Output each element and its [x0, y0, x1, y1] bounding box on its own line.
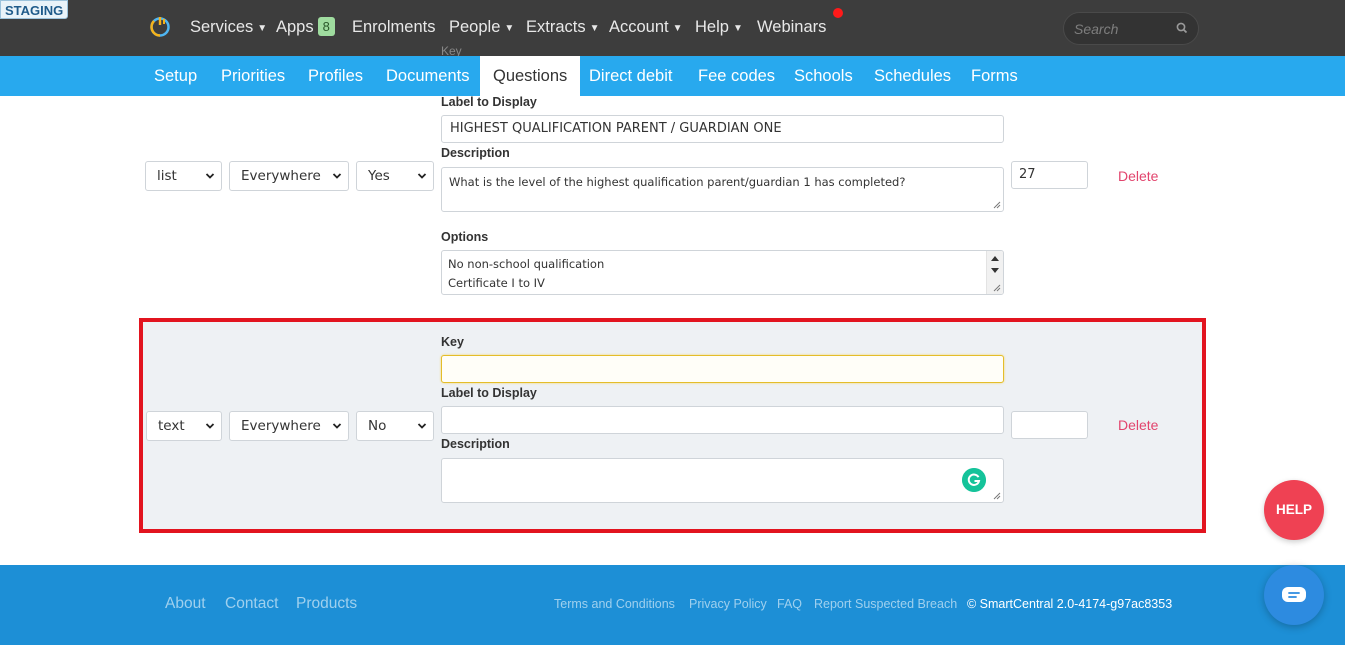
nav-enrolments[interactable]: Enrolments: [352, 16, 435, 38]
tab-setup[interactable]: Setup: [154, 56, 197, 96]
nav-account[interactable]: Account ▼: [609, 16, 683, 41]
description-heading: Description: [441, 146, 510, 160]
key-input[interactable]: [441, 355, 1004, 383]
search-box: [1063, 12, 1199, 45]
notification-dot-icon: [833, 8, 843, 18]
label-to-display-input[interactable]: [441, 406, 1004, 434]
chevron-down-icon: ▼: [732, 23, 743, 34]
nav-people-label: People: [449, 18, 501, 36]
nav-services-label: Services: [190, 18, 254, 36]
tab-documents[interactable]: Documents: [386, 56, 469, 96]
chevron-down-icon: [205, 173, 215, 179]
grammarly-icon[interactable]: [962, 468, 986, 492]
question-scope-select[interactable]: Everywhere: [229, 161, 349, 191]
tab-priorities[interactable]: Priorities: [221, 56, 285, 96]
description-heading: Description: [441, 437, 510, 451]
nav-extracts[interactable]: Extracts ▼: [526, 16, 600, 41]
nav-enrolments-label: Enrolments: [352, 18, 436, 36]
chevron-down-icon: ▼: [672, 23, 683, 34]
footer-faq-link[interactable]: FAQ: [777, 597, 802, 611]
question-type-value: text: [158, 418, 185, 434]
footer-copyright: © SmartCentral 2.0-4174-g97ac8353: [967, 597, 1173, 611]
option-item[interactable]: No non-school qualification: [442, 255, 1003, 274]
tab-schedules[interactable]: Schedules: [874, 56, 951, 96]
description-textarea[interactable]: What is the level of the highest qualifi…: [441, 167, 1004, 212]
nav-help-label: Help: [695, 18, 729, 36]
nav-webinars[interactable]: Webinars: [757, 16, 826, 38]
footer-products-link[interactable]: Products: [296, 595, 357, 613]
tab-profiles[interactable]: Profiles: [308, 56, 363, 96]
chevron-down-icon: [417, 423, 427, 429]
chevron-down-icon: [332, 423, 342, 429]
question-required-value: No: [368, 418, 387, 434]
label-to-display-heading: Label to Display: [441, 386, 537, 400]
delete-question-link[interactable]: Delete: [1118, 417, 1158, 433]
question-order-input[interactable]: [1011, 411, 1088, 439]
label-to-display-input[interactable]: HIGHEST QUALIFICATION PARENT / GUARDIAN …: [441, 115, 1004, 143]
tab-forms[interactable]: Forms: [971, 56, 1018, 96]
nav-apps-label: Apps: [276, 18, 314, 36]
question-required-select[interactable]: No: [356, 411, 434, 441]
footer-about-link[interactable]: About: [165, 595, 206, 613]
nav-webinars-label: Webinars: [757, 18, 827, 36]
tab-fee-codes[interactable]: Fee codes: [698, 56, 775, 96]
chevron-down-icon: [205, 423, 215, 429]
footer-terms-link[interactable]: Terms and Conditions: [554, 597, 675, 611]
resize-handle-icon[interactable]: [993, 201, 1001, 209]
footer-privacy-link[interactable]: Privacy Policy: [689, 597, 767, 611]
environment-badge: STAGING: [0, 0, 69, 19]
question-scope-select[interactable]: Everywhere: [229, 411, 349, 441]
nav-account-label: Account: [609, 18, 669, 36]
footer: About Contact Products Terms and Conditi…: [0, 565, 1345, 645]
settings-subnav: Setup Priorities Profiles Documents Ques…: [0, 56, 1345, 96]
chevron-down-icon: [332, 173, 342, 179]
options-heading: Options: [441, 230, 489, 244]
question-scope-value: Everywhere: [241, 418, 321, 434]
description-text: What is the level of the highest qualifi…: [449, 175, 906, 189]
option-item[interactable]: Certificate I to IV: [442, 274, 1003, 293]
description-textarea[interactable]: [441, 458, 1004, 503]
smartcentral-logo-icon[interactable]: [149, 15, 171, 37]
question-required-select[interactable]: Yes: [356, 161, 434, 191]
question-type-value: list: [157, 168, 177, 184]
top-navbar: Services ▼ Apps 8 Enrolments People ▼ Extra…: [0, 0, 1345, 56]
question-type-select[interactable]: text: [146, 411, 222, 441]
nav-services[interactable]: Services ▼: [190, 16, 267, 41]
chat-icon: [1282, 587, 1306, 602]
scroll-down-icon[interactable]: [991, 268, 999, 274]
nav-extracts-label: Extracts: [526, 18, 586, 36]
options-listbox[interactable]: No non-school qualification Certificate …: [441, 250, 1004, 295]
question-order-input[interactable]: 27: [1011, 161, 1088, 189]
chevron-down-icon: [417, 173, 427, 179]
question-scope-value: Everywhere: [241, 168, 321, 184]
search-icon[interactable]: [1175, 21, 1189, 35]
tab-direct-debit[interactable]: Direct debit: [589, 56, 672, 96]
question-type-select[interactable]: list: [145, 161, 222, 191]
label-to-display-heading: Label to Display: [441, 95, 537, 109]
tab-schools[interactable]: Schools: [794, 56, 853, 96]
chevron-down-icon: ▼: [257, 23, 268, 34]
help-button[interactable]: HELP: [1264, 480, 1324, 540]
key-heading: Key: [441, 335, 464, 349]
tab-questions[interactable]: Questions: [480, 56, 581, 96]
search-input[interactable]: [1074, 19, 1169, 39]
nav-apps[interactable]: Apps 8: [276, 16, 335, 38]
resize-handle-icon[interactable]: [993, 284, 1001, 292]
question-required-value: Yes: [368, 168, 390, 184]
nav-help[interactable]: Help ▼: [695, 16, 743, 41]
nav-people[interactable]: People ▼: [449, 16, 514, 41]
footer-contact-link[interactable]: Contact: [225, 595, 278, 613]
resize-handle-icon[interactable]: [993, 492, 1001, 500]
chevron-down-icon: ▼: [589, 23, 600, 34]
footer-report-breach-link[interactable]: Report Suspected Breach: [814, 597, 957, 611]
chevron-down-icon: ▼: [504, 23, 515, 34]
apps-count-badge: 8: [317, 17, 335, 36]
delete-question-link[interactable]: Delete: [1118, 168, 1158, 184]
chat-button[interactable]: [1264, 565, 1324, 625]
scroll-up-icon[interactable]: [991, 255, 999, 261]
